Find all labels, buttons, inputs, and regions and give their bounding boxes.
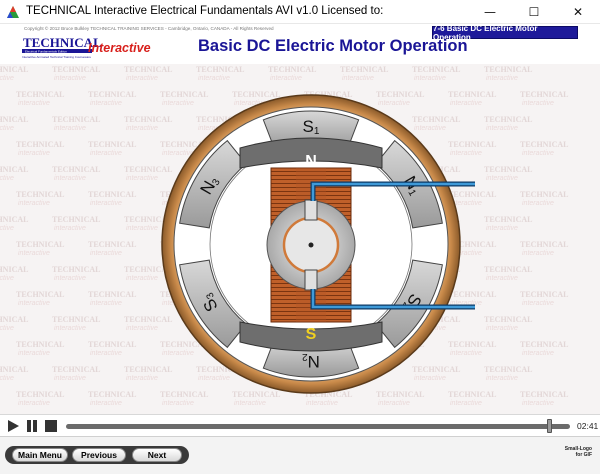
play-icon[interactable]	[6, 419, 20, 433]
previous-button[interactable]: Previous	[72, 448, 126, 462]
rotor-north-label: N	[305, 153, 317, 170]
lower-brush	[304, 269, 318, 291]
playback-time: 02:41	[577, 421, 599, 431]
technical-interactive-logo: TECHNICAL Electrical Fundamentals Editio…	[22, 35, 151, 59]
minimize-button[interactable]: —	[468, 0, 512, 24]
seek-bar[interactable]	[66, 424, 570, 429]
media-control-bar: 02:41	[0, 414, 600, 436]
next-button[interactable]: Next	[132, 448, 182, 462]
window-title: TECHNICAL Interactive Electrical Fundame…	[26, 5, 384, 17]
navigation-bar: Main Menu Previous Next Small-Logo for G…	[0, 436, 600, 474]
shaft-center	[308, 242, 314, 248]
logo-bottom-text: Interactive	[88, 41, 151, 55]
dc-motor-diagram: S1N1S2N2S3N3 N S	[161, 94, 475, 394]
stop-icon[interactable]	[44, 419, 58, 433]
pause-icon[interactable]	[25, 419, 39, 433]
logo-subtagline: Interactive Animated Technical Training …	[22, 55, 91, 59]
upper-brush	[304, 199, 318, 221]
close-button[interactable]: ✕	[556, 0, 600, 24]
app-icon[interactable]	[6, 5, 20, 19]
maximize-button[interactable]: ☐	[512, 0, 556, 24]
seek-thumb[interactable]	[547, 419, 553, 433]
small-logo: Small-Logo for GIF	[564, 446, 592, 458]
title-bar: TECHNICAL Interactive Electrical Fundame…	[0, 0, 600, 24]
lesson-content: TECHNICALinteractiveTECHNICALinteractive…	[0, 24, 600, 414]
main-menu-button[interactable]: Main Menu	[12, 448, 68, 462]
page-title: Basic DC Electric Motor Operation	[198, 37, 468, 55]
copyright-text: Copyright © 2012 Bruce Bulkley TECHNICAL…	[24, 26, 274, 31]
logo-tagline: Electrical Fundamentals Edition	[25, 49, 67, 53]
rotor-south-label: S	[306, 326, 317, 343]
